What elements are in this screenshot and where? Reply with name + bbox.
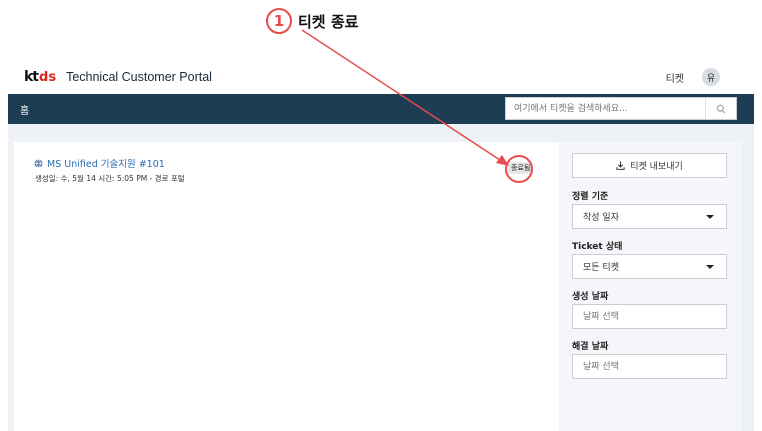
search-box <box>505 97 737 120</box>
sort-value: 작성 일자 <box>583 213 619 223</box>
resolved-date-label: 해결 날짜 <box>572 342 609 352</box>
logo-ds: ds <box>39 70 57 85</box>
header-right: 티켓 유 <box>666 68 720 86</box>
avatar[interactable]: 유 <box>702 68 720 86</box>
annotation-highlight-circle <box>505 155 533 183</box>
ticket-item[interactable]: MS Unified 기술지원 #101 생성일: 수, 5월 14 시간: 5… <box>34 156 185 184</box>
search-icon <box>716 104 726 113</box>
annotation-text: 티켓 종료 <box>298 12 359 31</box>
chevron-down-icon <box>706 265 714 269</box>
portal-title: Technical Customer Portal <box>66 70 212 84</box>
ticket-title-link[interactable]: MS Unified 기술지원 #101 <box>47 156 165 170</box>
globe-icon <box>34 158 43 168</box>
kt-ds-logo[interactable]: kt ds <box>24 69 56 85</box>
filter-sidebar: 티켓 내보내기 정렬 기준 작성 일자 Ticket 상태 모든 티켓 생성 날… <box>560 142 741 431</box>
annotation-number: 1 <box>266 8 292 34</box>
chevron-down-icon <box>706 215 714 219</box>
ticket-list-panel: MS Unified 기술지원 #101 생성일: 수, 5월 14 시간: 5… <box>14 142 559 431</box>
navbar: 홈 <box>8 94 754 124</box>
annotation-callout: 1 티켓 종료 <box>266 8 358 34</box>
export-label: 티켓 내보내기 <box>630 162 683 172</box>
created-date-input[interactable] <box>572 304 727 329</box>
ticket-meta: 생성일: 수, 5월 14 시간: 5:05 PM - 경로 포털 <box>35 174 185 183</box>
tickets-link[interactable]: 티켓 <box>666 70 684 85</box>
resolved-date-input[interactable] <box>572 354 727 379</box>
created-date-label: 생성 날짜 <box>572 292 609 302</box>
search-input[interactable] <box>506 98 705 119</box>
app-header: kt ds Technical Customer Portal 티켓 유 <box>8 60 754 94</box>
export-tickets-button[interactable]: 티켓 내보내기 <box>572 153 727 178</box>
sort-select[interactable]: 작성 일자 <box>572 204 727 229</box>
sort-label: 정렬 기준 <box>572 192 609 202</box>
status-value: 모든 티켓 <box>583 263 619 273</box>
logo-kt: kt <box>24 69 39 85</box>
search-button[interactable] <box>705 98 736 119</box>
ticket-title-row: MS Unified 기술지원 #101 <box>34 156 185 170</box>
download-icon <box>616 161 625 170</box>
home-link[interactable]: 홈 <box>20 102 29 117</box>
status-label: Ticket 상태 <box>572 242 623 252</box>
status-select[interactable]: 모든 티켓 <box>572 254 727 279</box>
